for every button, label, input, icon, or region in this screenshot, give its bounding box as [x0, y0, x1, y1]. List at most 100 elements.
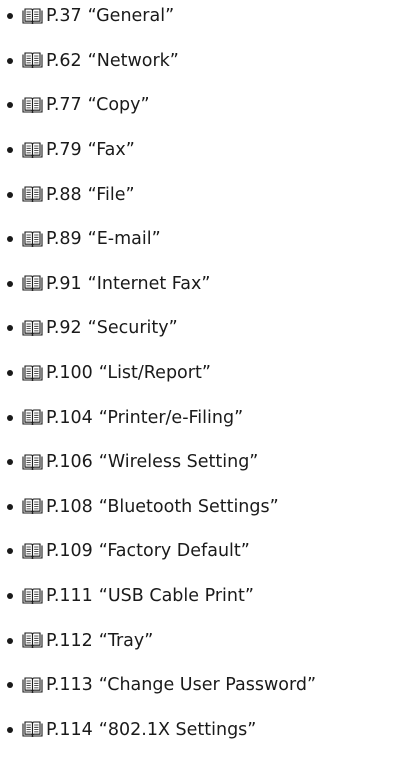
- bullet-icon: [7, 102, 13, 109]
- bullet-icon: [7, 280, 13, 287]
- page-reference-link[interactable]: P.112 “Tray”: [22, 631, 153, 651]
- bullet-icon: [7, 593, 13, 600]
- list-item: P.91 “Internet Fax”: [0, 262, 418, 307]
- book-icon: [22, 677, 43, 693]
- list-item: P.89 “E-mail”: [0, 217, 418, 262]
- page-reference-link[interactable]: P.111 “USB Cable Print”: [22, 586, 254, 606]
- list-item: P.106 “Wireless Setting”: [0, 440, 418, 485]
- list-item: P.92 “Security”: [0, 306, 418, 351]
- page-reference-link[interactable]: P.108 “Bluetooth Settings”: [22, 497, 279, 517]
- page-reference-link[interactable]: P.91 “Internet Fax”: [22, 274, 210, 294]
- bullet-icon: [7, 13, 13, 20]
- page-number: P.89: [46, 229, 82, 250]
- list-item: P.79 “Fax”: [0, 128, 418, 173]
- page-reference-link[interactable]: P.77 “Copy”: [22, 95, 150, 115]
- book-icon: [22, 543, 43, 559]
- bullet-icon: [7, 191, 13, 198]
- bullet-icon: [7, 459, 13, 466]
- page-number: P.109: [46, 541, 93, 562]
- bullet-icon: [7, 682, 13, 689]
- page-number: P.92: [46, 318, 82, 339]
- section-title: “File”: [87, 184, 135, 205]
- list-item: P.62 “Network”: [0, 39, 418, 84]
- section-title: “List/Report”: [98, 363, 211, 384]
- page-reference-link[interactable]: P.106 “Wireless Setting”: [22, 452, 258, 472]
- section-title: “Network”: [87, 50, 179, 71]
- book-icon: [22, 8, 43, 24]
- list-item: P.111 “USB Cable Print”: [0, 574, 418, 619]
- page-reference-link[interactable]: P.113 “Change User Password”: [22, 675, 316, 695]
- section-title: “E-mail”: [87, 229, 161, 250]
- bullet-icon: [7, 236, 13, 243]
- page-reference-link[interactable]: P.37 “General”: [22, 6, 174, 26]
- page-number: P.113: [46, 675, 93, 696]
- list-item: P.104 “Printer/e-Filing”: [0, 395, 418, 440]
- page-number: P.88: [46, 184, 82, 205]
- list-item: P.77 “Copy”: [0, 83, 418, 128]
- page-number: P.114: [46, 719, 93, 740]
- bullet-icon: [7, 414, 13, 421]
- section-title: “Internet Fax”: [87, 273, 211, 294]
- page-reference-link[interactable]: P.92 “Security”: [22, 318, 178, 338]
- bullet-icon: [7, 503, 13, 510]
- section-title: “Printer/e-Filing”: [98, 407, 244, 428]
- list-item: P.113 “Change User Password”: [0, 663, 418, 708]
- book-icon: [22, 320, 43, 336]
- section-title: “Wireless Setting”: [98, 452, 259, 473]
- page-number: P.112: [46, 630, 93, 651]
- page-reference-link[interactable]: P.109 “Factory Default”: [22, 541, 250, 561]
- page-reference-link[interactable]: P.62 “Network”: [22, 51, 179, 71]
- bullet-icon: [7, 325, 13, 332]
- section-title: “USB Cable Print”: [98, 586, 254, 607]
- list-item: P.109 “Factory Default”: [0, 529, 418, 574]
- book-icon: [22, 409, 43, 426]
- section-title: “Bluetooth Settings”: [98, 496, 279, 517]
- section-title: “802.1X Settings”: [98, 719, 257, 740]
- page-number: P.79: [46, 140, 82, 161]
- page-number: P.111: [46, 586, 93, 607]
- list-item: P.37 “General”: [0, 0, 418, 39]
- reference-list: P.37 “General” P.62 “Network” P.77 “Copy…: [0, 0, 418, 752]
- page-number: P.108: [46, 496, 93, 517]
- book-icon: [22, 52, 43, 69]
- book-icon: [22, 498, 43, 515]
- book-icon: [22, 454, 43, 470]
- list-item: P.112 “Tray”: [0, 618, 418, 663]
- page-reference-link[interactable]: P.100 “List/Report”: [22, 363, 211, 383]
- section-title: “Tray”: [98, 630, 154, 651]
- page-number: P.77: [46, 95, 82, 116]
- section-title: “Security”: [87, 318, 178, 339]
- book-icon: [22, 721, 43, 738]
- book-icon: [22, 97, 43, 113]
- page-reference-link[interactable]: P.88 “File”: [22, 185, 135, 205]
- list-item: P.108 “Bluetooth Settings”: [0, 485, 418, 530]
- page-number: P.104: [46, 407, 93, 428]
- section-title: “General”: [87, 6, 175, 27]
- page-number: P.62: [46, 50, 82, 71]
- bullet-icon: [7, 637, 13, 644]
- page-reference-link[interactable]: P.79 “Fax”: [22, 140, 135, 160]
- section-title: “Factory Default”: [98, 541, 250, 562]
- page-reference-link[interactable]: P.104 “Printer/e-Filing”: [22, 408, 243, 428]
- page-reference-link[interactable]: P.89 “E-mail”: [22, 229, 161, 249]
- page-number: P.100: [46, 363, 93, 384]
- page-number: P.37: [46, 6, 82, 27]
- book-icon: [22, 364, 43, 381]
- section-title: “Copy”: [87, 95, 150, 116]
- book-icon: [22, 142, 43, 158]
- book-icon: [22, 231, 43, 247]
- book-icon: [22, 587, 43, 604]
- book-icon: [22, 186, 43, 203]
- section-title: “Fax”: [87, 140, 135, 161]
- book-icon: [22, 275, 43, 292]
- bullet-icon: [7, 726, 13, 733]
- page-number: P.91: [46, 273, 82, 294]
- bullet-icon: [7, 57, 13, 64]
- list-item: P.114 “802.1X Settings”: [0, 708, 418, 753]
- bullet-icon: [7, 370, 13, 377]
- page-reference-link[interactable]: P.114 “802.1X Settings”: [22, 720, 256, 740]
- book-icon: [22, 632, 43, 649]
- page-number: P.106: [46, 452, 93, 473]
- list-item: P.100 “List/Report”: [0, 351, 418, 396]
- list-item: P.88 “File”: [0, 172, 418, 217]
